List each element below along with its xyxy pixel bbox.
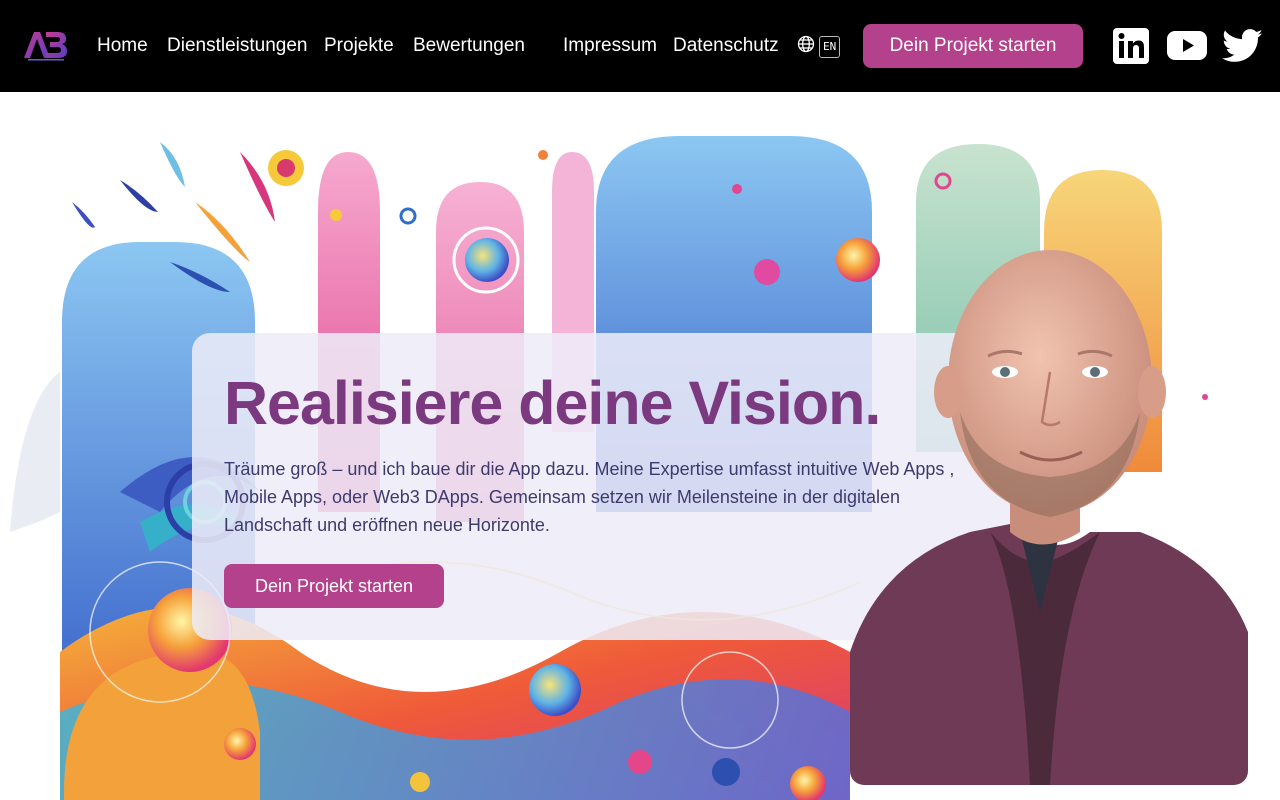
- twitter-icon[interactable]: [1222, 29, 1264, 68]
- nav-datenschutz[interactable]: Datenschutz: [673, 34, 779, 58]
- hero-headline: Realisiere deine Vision.: [224, 369, 881, 437]
- globe-icon: [797, 35, 815, 58]
- language-code: EN: [819, 35, 841, 58]
- youtube-icon[interactable]: [1167, 31, 1207, 65]
- hero-section: Realisiere deine Vision. Träume groß – u…: [0, 92, 1280, 800]
- nav-bewertungen[interactable]: Bewertungen: [413, 34, 525, 58]
- start-project-button[interactable]: Dein Projekt starten: [863, 24, 1083, 68]
- linkedin-icon[interactable]: [1113, 28, 1149, 69]
- nav-dienstleistungen[interactable]: Dienstleistungen: [167, 34, 307, 58]
- nav-impressum[interactable]: Impressum: [563, 34, 657, 58]
- nav-home[interactable]: Home: [97, 34, 148, 58]
- site-header: Home Dienstleistungen Projekte Bewertung…: [0, 0, 1280, 92]
- nav-projekte[interactable]: Projekte: [324, 34, 394, 58]
- language-switcher[interactable]: EN: [797, 35, 841, 58]
- ab-logo-icon[interactable]: [22, 28, 70, 62]
- portrait-photo: [850, 232, 1248, 785]
- hero-start-project-button[interactable]: Dein Projekt starten: [224, 564, 444, 608]
